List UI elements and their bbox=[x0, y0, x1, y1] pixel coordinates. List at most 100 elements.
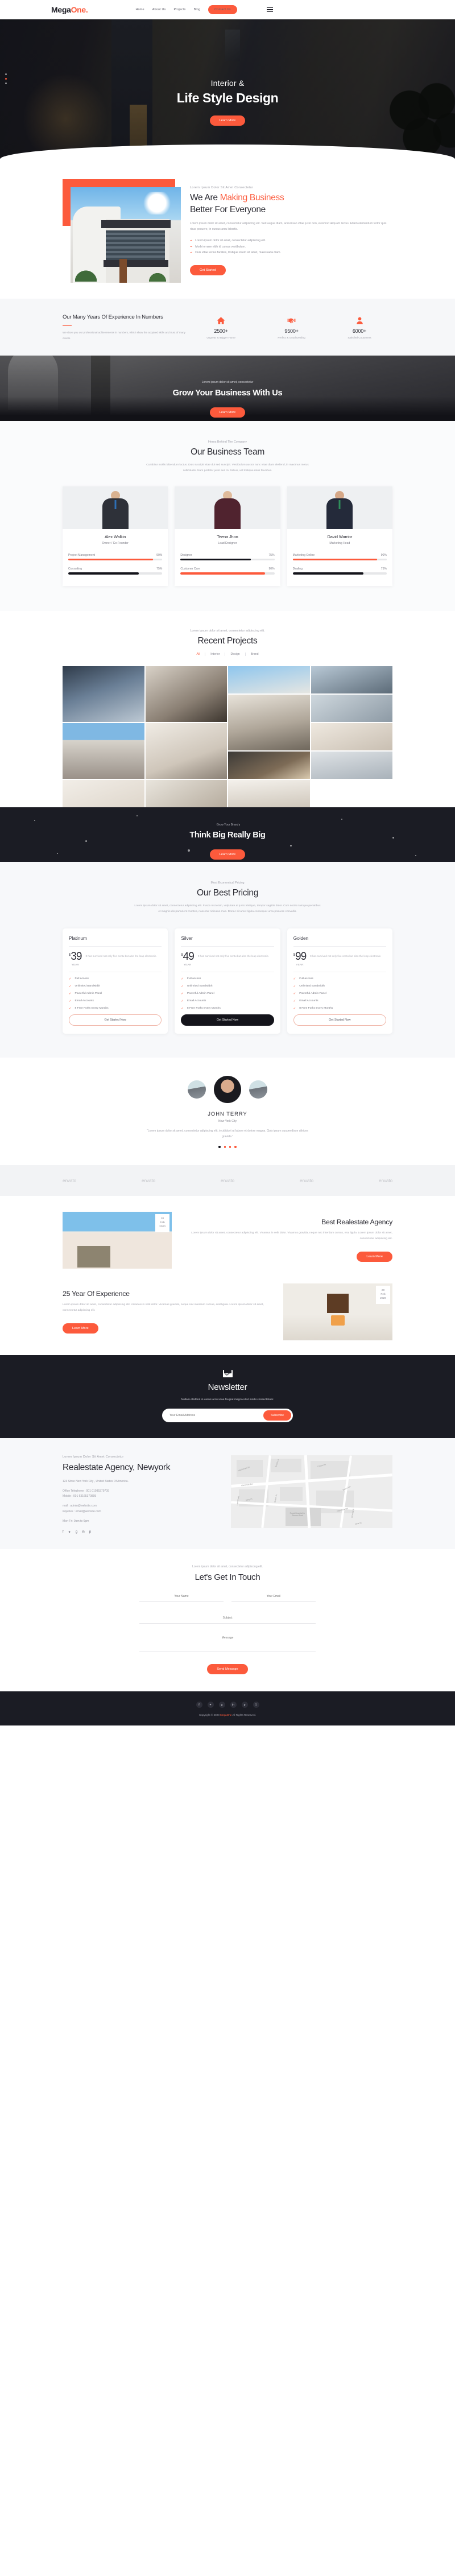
message-field[interactable] bbox=[139, 1633, 316, 1653]
location-map[interactable]: MacDonald St Brown Ln Cooper St Glenmore… bbox=[231, 1455, 392, 1528]
twitter-icon[interactable]: ✦ bbox=[207, 1702, 214, 1708]
plan-name: Platinum bbox=[69, 935, 87, 941]
pinterest-icon[interactable]: p bbox=[241, 1702, 248, 1708]
testimonial-dot[interactable] bbox=[234, 1146, 237, 1148]
plan-name: Golden bbox=[293, 935, 309, 941]
about-section: Lorem Ipsum Dolor Sit Amet Consectetur W… bbox=[0, 159, 455, 299]
testimonial-dot-active[interactable] bbox=[218, 1146, 221, 1148]
filter-interior[interactable]: Interior bbox=[205, 652, 226, 656]
about-image-wrapper bbox=[63, 179, 181, 283]
project-tile[interactable] bbox=[145, 779, 227, 807]
check-icon: ✓ bbox=[293, 999, 296, 1003]
nav-item-blog[interactable]: Blog bbox=[194, 8, 201, 11]
facebook-icon[interactable]: f bbox=[196, 1702, 202, 1708]
team-member-card[interactable]: David Warrior Marketing Head Marketing O… bbox=[287, 486, 392, 586]
project-tile[interactable] bbox=[63, 666, 144, 722]
team-member-card[interactable]: Alex Walkin Owner / Co-Founder Project M… bbox=[63, 486, 168, 586]
blog-date: 20 Feb 2020 bbox=[155, 1213, 169, 1232]
pricing-section: Most Economical Pricing Our Best Pricing… bbox=[0, 861, 455, 1058]
avatar-next[interactable] bbox=[249, 1080, 267, 1099]
about-feature-text: Morbi ornare nibh id cursus vestibulum. bbox=[195, 245, 246, 249]
address-street: 123 Stree New York City , United States … bbox=[63, 1479, 129, 1483]
slider-dot-active[interactable] bbox=[5, 78, 7, 80]
nav-item-projects[interactable]: Projects bbox=[173, 8, 185, 11]
logo[interactable]: MegaOne. bbox=[51, 5, 88, 14]
plan-feature: Powerful Admin Panel bbox=[299, 992, 327, 996]
linkedin-icon[interactable]: in bbox=[82, 1530, 85, 1534]
think-learn-more-button[interactable]: Learn More bbox=[209, 849, 246, 860]
plan-get-started-button[interactable]: Get Started Now bbox=[293, 1014, 386, 1026]
project-tile[interactable] bbox=[311, 694, 392, 722]
nav-item-about-us[interactable]: About Us bbox=[152, 8, 166, 11]
project-tile[interactable] bbox=[63, 723, 144, 779]
project-tile[interactable] bbox=[228, 751, 310, 779]
slider-dot[interactable] bbox=[5, 73, 7, 75]
skill-value: 75% bbox=[268, 553, 275, 557]
project-tile[interactable] bbox=[228, 666, 310, 693]
testimonial-dots[interactable] bbox=[0, 1146, 455, 1148]
filter-brand[interactable]: Brand bbox=[246, 653, 264, 656]
project-tile[interactable] bbox=[228, 694, 310, 750]
google-plus-icon[interactable]: g bbox=[76, 1530, 77, 1534]
avatar-prev[interactable] bbox=[188, 1080, 206, 1099]
slider-dot[interactable] bbox=[5, 82, 7, 84]
plan-feature: Unlimited Bandwidth bbox=[299, 985, 325, 988]
address-title: Realestate Agency, Newyork bbox=[63, 1462, 171, 1472]
skill-label: Dealing bbox=[292, 567, 303, 571]
address-hours: Mon-Fri: 9am to 6pm bbox=[63, 1519, 89, 1523]
send-message-button[interactable]: Send Message bbox=[207, 1664, 248, 1675]
blog-learn-more-button[interactable]: Learn More bbox=[63, 1323, 98, 1334]
team-eyebrow: Heros Behind The Company bbox=[208, 440, 247, 444]
email-input[interactable] bbox=[164, 1413, 263, 1417]
project-tile[interactable] bbox=[311, 723, 392, 750]
address-mail: mail : admin@website.com bbox=[63, 1504, 97, 1508]
get-started-button[interactable]: Get Started bbox=[190, 265, 226, 276]
stat-item-customers: 6000+ Satisfied Coutomers bbox=[348, 315, 371, 339]
twitter-icon[interactable]: ✦ bbox=[68, 1530, 71, 1534]
skill-bar bbox=[292, 572, 387, 575]
email-field[interactable] bbox=[231, 1591, 316, 1603]
project-tile[interactable] bbox=[228, 779, 310, 807]
hero-learn-more-button[interactable]: Learn More bbox=[209, 115, 246, 126]
nav-item-home[interactable]: Home bbox=[136, 8, 144, 11]
filter-design[interactable]: Design bbox=[225, 652, 246, 656]
avatar-active bbox=[214, 1075, 241, 1103]
plan-feature-list: ✓ Full access ✓ Unlimited Bandwidth ✓ Power… bbox=[181, 977, 274, 1010]
plan-feature-list: ✓ Full access ✓ Unlimited Bandwidth ✓ Power… bbox=[293, 977, 386, 1010]
instagram-icon[interactable]: ▢ bbox=[253, 1702, 259, 1708]
cta-subtitle: Lorem ipsum dolor sit amet, consectetur bbox=[201, 380, 254, 384]
hero-slider-dots[interactable] bbox=[5, 73, 7, 84]
plan-get-started-button[interactable]: Get Started Now bbox=[69, 1014, 162, 1026]
hamburger-menu-icon[interactable] bbox=[266, 7, 273, 13]
blog-title: 25 Year Of Experience bbox=[63, 1290, 130, 1298]
plan-feature: Email Accounts bbox=[187, 1000, 206, 1003]
google-plus-icon[interactable]: g bbox=[218, 1702, 225, 1708]
stat-item-dealing: 9500+ Perfect & Good Dealing bbox=[278, 315, 305, 339]
subscribe-button[interactable]: Subscribe bbox=[263, 1410, 291, 1421]
pinterest-icon[interactable]: p bbox=[89, 1530, 91, 1534]
project-tile[interactable] bbox=[311, 666, 392, 693]
testimonial-dot[interactable] bbox=[224, 1146, 226, 1148]
check-icon: ✓ bbox=[181, 1006, 184, 1010]
plan-feature: Email Accounts bbox=[299, 1000, 318, 1003]
plan-get-started-button[interactable]: Get Started Now bbox=[181, 1014, 274, 1026]
subject-field[interactable] bbox=[139, 1613, 316, 1624]
contact-us-button[interactable]: Contact Us bbox=[208, 5, 237, 14]
copyright-pre: Copyright © 2020 bbox=[199, 1714, 221, 1717]
name-field[interactable] bbox=[139, 1591, 224, 1603]
cta-learn-more-button[interactable]: Learn More bbox=[209, 407, 246, 418]
skill-value: 75% bbox=[380, 567, 387, 571]
project-tile[interactable] bbox=[311, 751, 392, 779]
filter-all[interactable]: All bbox=[192, 652, 206, 656]
team-member-card[interactable]: Teena Jhon Lead Designer Designer 75% Cus… bbox=[175, 486, 280, 586]
about-feature-text: Duis vitae lectus facilisis, tristique l… bbox=[195, 250, 281, 254]
pricing-title: Our Best Pricing bbox=[196, 887, 259, 898]
facebook-icon[interactable]: f bbox=[63, 1530, 64, 1534]
testimonial-dot[interactable] bbox=[229, 1146, 231, 1148]
project-tile[interactable] bbox=[63, 779, 144, 807]
project-tile[interactable] bbox=[145, 723, 227, 779]
project-tile[interactable] bbox=[145, 666, 227, 722]
linkedin-icon[interactable]: in bbox=[230, 1702, 237, 1708]
check-icon: ✓ bbox=[181, 999, 184, 1003]
blog-learn-more-button[interactable]: Learn More bbox=[357, 1251, 392, 1262]
